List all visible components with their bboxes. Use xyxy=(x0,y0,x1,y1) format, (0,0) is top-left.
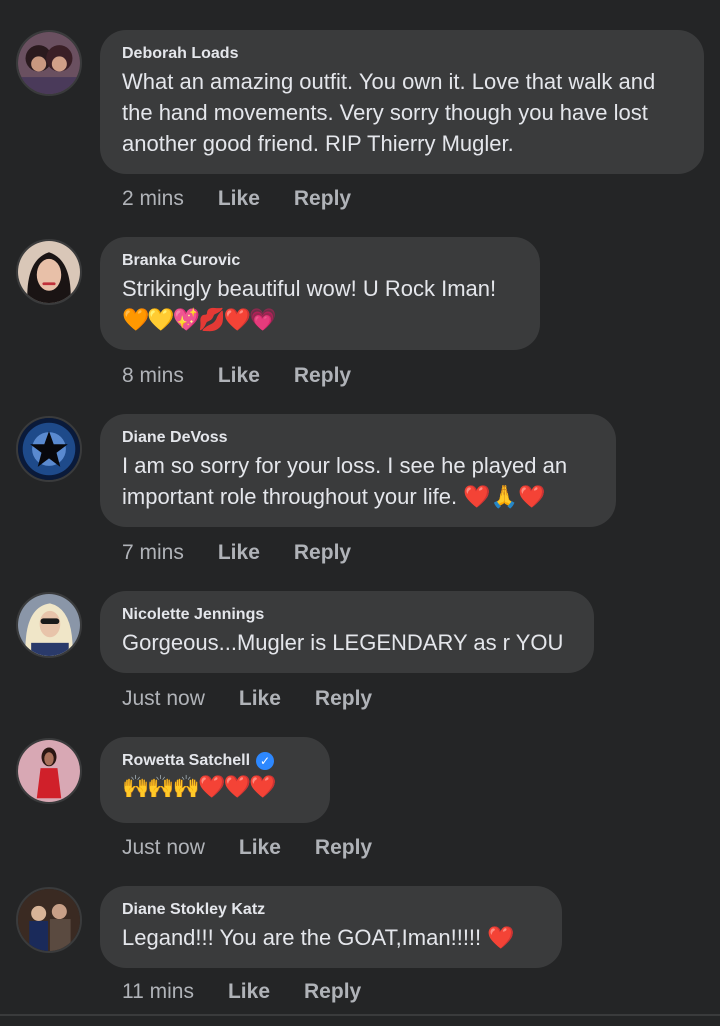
like-button[interactable]: Like xyxy=(228,980,270,1004)
comment-timestamp[interactable]: 2 mins xyxy=(122,187,184,211)
reply-button[interactable]: Reply xyxy=(315,687,372,711)
comment-text: Strikingly beautiful wow! U Rock Iman! xyxy=(122,276,497,301)
comment-actions: 7 mins Like Reply xyxy=(122,541,351,565)
like-button[interactable]: Like xyxy=(239,687,281,711)
comment-bubble: Rowetta Satchell ✓ 🙌🙌🙌❤️❤️❤️ xyxy=(100,737,330,823)
comment-text: Legand!!! You are the GOAT,Iman!!!!! ❤️ xyxy=(122,925,515,950)
comment-actions: 8 mins Like Reply xyxy=(122,364,351,388)
comment-bubble: Deborah Loads What an amazing outfit. Yo… xyxy=(100,30,704,174)
commenter-name[interactable]: Diane Stokley Katz xyxy=(122,900,540,920)
divider xyxy=(0,1014,720,1016)
comment-actions: Just now Like Reply xyxy=(122,836,372,860)
comment-timestamp[interactable]: Just now xyxy=(122,836,205,860)
comment-text: Gorgeous...Mugler is LEGENDARY as r YOU xyxy=(122,630,564,655)
comment-timestamp[interactable]: 8 mins xyxy=(122,364,184,388)
comment-actions: Just now Like Reply xyxy=(122,687,372,711)
comment-timestamp[interactable]: Just now xyxy=(122,687,205,711)
like-button[interactable]: Like xyxy=(239,836,281,860)
like-button[interactable]: Like xyxy=(218,364,260,388)
commenter-name-row: Rowetta Satchell ✓ xyxy=(122,751,308,771)
comment-bubble: Branka Curovic Strikingly beautiful wow!… xyxy=(100,237,540,350)
reply-button[interactable]: Reply xyxy=(294,541,351,565)
commenter-name[interactable]: Branka Curovic xyxy=(122,251,518,271)
comment-bubble: Nicolette Jennings Gorgeous...Mugler is … xyxy=(100,591,594,673)
avatar[interactable] xyxy=(16,592,82,658)
commenter-name[interactable]: Rowetta Satchell xyxy=(122,751,250,771)
commenter-name[interactable]: Diane DeVoss xyxy=(122,428,594,448)
verified-badge-icon: ✓ xyxy=(256,752,275,770)
comment-timestamp[interactable]: 11 mins xyxy=(122,980,194,1004)
reply-button[interactable]: Reply xyxy=(304,980,361,1004)
like-button[interactable]: Like xyxy=(218,187,260,211)
comment-timestamp[interactable]: 7 mins xyxy=(122,541,184,565)
reply-button[interactable]: Reply xyxy=(294,187,351,211)
comment-text: What an amazing outfit. You own it. Love… xyxy=(122,69,656,156)
avatar[interactable] xyxy=(16,738,82,804)
reply-button[interactable]: Reply xyxy=(315,836,372,860)
comment-bubble: Diane DeVoss I am so sorry for your loss… xyxy=(100,414,616,527)
comment-actions: 2 mins Like Reply xyxy=(122,187,351,211)
comment-bubble: Diane Stokley Katz Legand!!! You are the… xyxy=(100,886,562,968)
emoji-reactions: 🧡💛💖💋❤️💗 xyxy=(122,308,276,333)
avatar[interactable] xyxy=(16,887,82,953)
avatar[interactable] xyxy=(16,239,82,305)
comment-text: I am so sorry for your loss. I see he pl… xyxy=(122,453,568,509)
avatar[interactable] xyxy=(16,416,82,482)
commenter-name[interactable]: Deborah Loads xyxy=(122,44,682,64)
commenter-name[interactable]: Nicolette Jennings xyxy=(122,605,572,625)
avatar[interactable] xyxy=(16,30,82,96)
like-button[interactable]: Like xyxy=(218,541,260,565)
comment-actions: 11 mins Like Reply xyxy=(122,980,361,1004)
reply-button[interactable]: Reply xyxy=(294,364,351,388)
emoji-reactions: 🙌🙌🙌❤️❤️❤️ xyxy=(122,775,276,800)
